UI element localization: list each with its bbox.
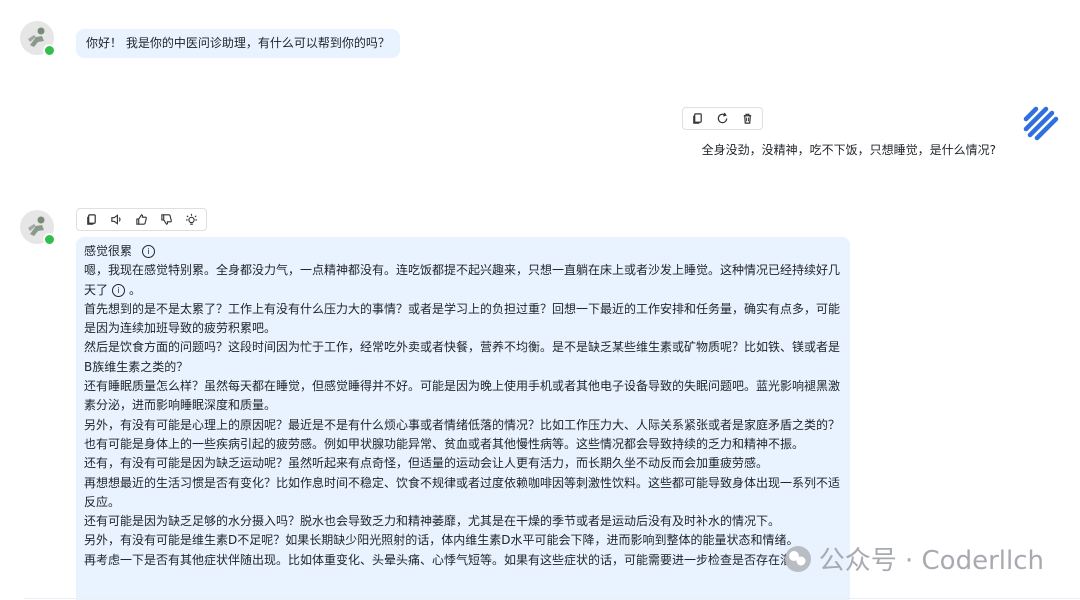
answer-paragraph: 再想想最近的生活习惯是否有变化？比如作息时间不稳定、饮食不规律或者过度依赖咖啡因…: [84, 475, 841, 509]
copy-button[interactable]: [79, 210, 104, 229]
online-status-icon: [43, 233, 56, 246]
dislike-button[interactable]: [154, 210, 179, 229]
assistant-avatar[interactable]: [20, 21, 56, 57]
answer-paragraph: 另外，有没有可能是心理上的原因呢？最近是不是有什么烦心事或者情绪低落的情况？比如…: [84, 417, 841, 432]
watermark: 公众号 · Coderllch: [783, 540, 1044, 577]
refresh-icon: [717, 112, 728, 124]
read-aloud-button[interactable]: [104, 210, 129, 229]
delete-icon: [743, 113, 752, 124]
speaker-icon: [111, 214, 121, 225]
copy-icon: [693, 113, 702, 124]
answer-paragraph: 然后是饮食方面的问题吗？这段时间因为忙于工作，经常吃外卖或者快餐，营养不均衡。是…: [84, 340, 841, 374]
assistant-avatar[interactable]: [20, 210, 56, 246]
info-icon[interactable]: i: [142, 245, 156, 259]
answer-paragraph-text: 嗯，我现在感觉特别累。全身都没力气，一点精神都没有。连吃饭都提不起兴趣来，只想一…: [84, 263, 841, 297]
regenerate-button[interactable]: [710, 109, 735, 128]
chat-window: 你好！ 我是你的中医问诊助理，有什么可以帮到你的吗？ 全身没劲，没精神，吃不下饭…: [0, 0, 1080, 600]
answer-paragraph: 另外，有没有可能是维生素D不足呢？如果长期缺少阳光照射的话，体内维生素D水平可能…: [84, 533, 799, 548]
greeting-message: 你好！ 我是你的中医问诊助理，有什么可以帮到你的吗？: [76, 29, 400, 58]
answer-toolbar: [76, 208, 207, 231]
user-message: 全身没劲，没精神，吃不下饭，只想睡觉，是什么情况?: [701, 143, 996, 157]
thumbs-up-icon: [136, 214, 147, 225]
watermark-text: 公众号 · Coderllch: [818, 546, 1044, 576]
online-status-icon: [43, 44, 56, 57]
answer-heading-text: 感觉很累: [84, 244, 133, 258]
answer-paragraph-suffix: 。: [129, 282, 142, 297]
delete-button[interactable]: [735, 109, 760, 128]
answer-paragraph: 嗯，我现在感觉特别累。全身都没力气，一点精神都没有。连吃饭都提不起兴趣来，只想一…: [84, 261, 842, 300]
info-icon[interactable]: i: [112, 283, 126, 297]
answer-paragraph: 还有，有没有可能是因为缺乏运动呢？虽然听起来有点奇怪，但适量的运动会让人更有活力…: [84, 456, 769, 471]
user-avatar[interactable]: [1022, 105, 1060, 143]
answer-paragraph: 首先想到的是不是太累了？工作上有没有什么压力大的事情？或者是学习上的负担过重？回…: [84, 301, 841, 336]
idea-button[interactable]: [179, 210, 204, 229]
idea-icon: [185, 213, 198, 225]
answer-paragraph: 还有可能是因为缺乏足够的水分摄入吗？脱水也会导致乏力和精神萎靡，尤其是在干燥的季…: [84, 514, 781, 529]
copy-button[interactable]: [685, 109, 710, 128]
user-message-toolbar: [682, 107, 763, 130]
answer-paragraph: 再考虑一下是否有其他症状伴随出现。比如体重变化、头晕头痛、心悸气短等。如果有这些…: [84, 552, 805, 567]
answer-paragraph: 也有可能是身体上的一些疾病引起的疲劳感。例如甲状腺功能异常、贫血或者其他慢性病等…: [84, 436, 805, 451]
like-button[interactable]: [129, 210, 154, 229]
copy-icon: [87, 214, 96, 225]
assistant-answer: 感觉很累 i 嗯，我现在感觉特别累。全身都没力气，一点精神都没有。连吃饭都提不起…: [76, 237, 850, 600]
wechat-logo-icon: [784, 545, 811, 572]
answer-paragraph: 还有睡眠质量怎么样？虽然每天都在睡觉，但感觉睡得并不好。可能是因为晚上使用手机或…: [84, 379, 841, 413]
thumbs-down-icon: [161, 214, 172, 225]
divider: [24, 598, 1080, 599]
answer-heading: 感觉很累 i: [84, 242, 842, 261]
